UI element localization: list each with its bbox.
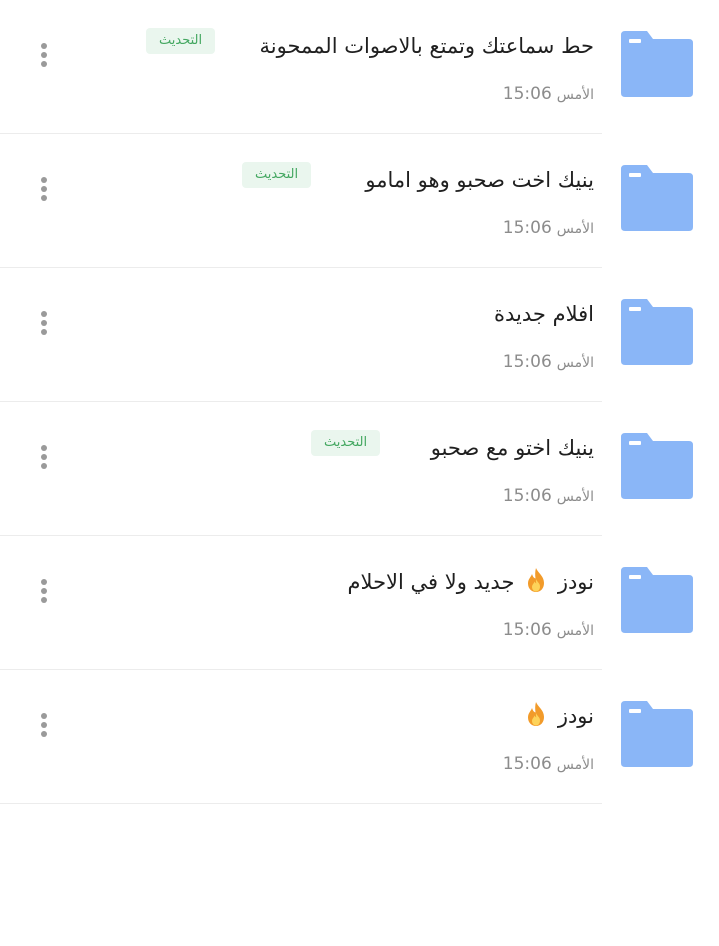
list-item[interactable]: حط سماعتك وتمتع بالاصوات الممحونة التحدي… <box>0 0 719 134</box>
more-vertical-icon-dot <box>41 722 47 728</box>
more-vertical-icon-dot <box>41 61 47 67</box>
item-day: الأمس <box>556 87 594 103</box>
more-options-button[interactable] <box>34 706 54 744</box>
folder-icon <box>621 433 693 499</box>
item-title: نودز جديد ولا في الاحلام <box>348 566 594 598</box>
folder-icon <box>621 299 693 365</box>
list-item[interactable]: افلام جديدة 15:06 الأمس <box>0 268 719 402</box>
item-title: ينيك اخت صحبو وهو امامو <box>365 168 594 192</box>
item-timestamp: 15:06 الأمس <box>503 753 594 776</box>
item-day: الأمس <box>556 757 594 773</box>
folder-icon <box>621 567 693 633</box>
fire-emoji <box>528 702 545 726</box>
item-day: الأمس <box>556 489 594 505</box>
item-time: 15:06 <box>502 754 552 774</box>
more-vertical-icon-dot <box>41 52 47 58</box>
item-title: افلام جديدة <box>494 302 594 326</box>
item-time: 15:06 <box>502 218 552 238</box>
more-vertical-icon <box>41 43 47 49</box>
item-title: ينيك اختو مع صحبو <box>430 436 594 460</box>
more-vertical-icon-dot <box>41 195 47 201</box>
more-vertical-icon-dot <box>41 731 47 737</box>
more-vertical-icon-dot <box>41 320 47 326</box>
item-day: الأمس <box>556 623 594 639</box>
folder-icon <box>621 165 693 231</box>
more-vertical-icon <box>41 713 47 719</box>
more-options-button[interactable] <box>34 170 54 208</box>
item-time: 15:06 <box>502 486 552 506</box>
more-vertical-icon <box>41 177 47 183</box>
item-timestamp: 15:06 الأمس <box>503 351 594 374</box>
list-item[interactable]: ينيك اختو مع صحبو التحديث 15:06 الأمس <box>0 402 719 536</box>
update-badge: التحديث <box>146 28 216 54</box>
folder-list: حط سماعتك وتمتع بالاصوات الممحونة التحدي… <box>0 0 719 804</box>
item-time: 15:06 <box>502 352 552 372</box>
more-vertical-icon-dot <box>41 186 47 192</box>
folder-icon <box>621 31 693 97</box>
item-title-start: نودز <box>557 704 594 728</box>
item-title-start: نودز <box>557 570 594 594</box>
more-vertical-icon-dot <box>41 588 47 594</box>
list-item[interactable]: ينيك اخت صحبو وهو امامو التحديث 15:06 الأ… <box>0 134 719 268</box>
more-options-button[interactable] <box>34 304 54 342</box>
folder-icon <box>621 701 693 767</box>
more-vertical-icon-dot <box>41 454 47 460</box>
item-time: 15:06 <box>502 620 552 640</box>
more-vertical-icon <box>41 445 47 451</box>
item-timestamp: 15:06 الأمس <box>503 619 594 642</box>
item-timestamp: 15:06 الأمس <box>503 83 594 106</box>
divider <box>0 803 602 804</box>
more-options-button[interactable] <box>34 438 54 476</box>
item-title: حط سماعتك وتمتع بالاصوات الممحونة <box>259 34 594 58</box>
more-vertical-icon-dot <box>41 463 47 469</box>
fire-emoji <box>528 568 545 592</box>
item-timestamp: 15:06 الأمس <box>503 485 594 508</box>
item-title-end: جديد ولا في الاحلام <box>347 570 515 594</box>
item-day: الأمس <box>556 355 594 371</box>
more-options-button[interactable] <box>34 36 54 74</box>
list-item[interactable]: نودز 15:06 الأمس <box>0 670 719 804</box>
more-vertical-icon-dot <box>41 329 47 335</box>
more-vertical-icon-dot <box>41 597 47 603</box>
item-title: نودز <box>521 700 594 732</box>
list-item[interactable]: نودز جديد ولا في الاحلام 15:06 الأمس <box>0 536 719 670</box>
update-badge: التحديث <box>311 430 381 456</box>
more-vertical-icon <box>41 579 47 585</box>
more-options-button[interactable] <box>34 572 54 610</box>
item-timestamp: 15:06 الأمس <box>503 217 594 240</box>
item-day: الأمس <box>556 221 594 237</box>
more-vertical-icon <box>41 311 47 317</box>
update-badge: التحديث <box>242 162 312 188</box>
item-time: 15:06 <box>502 84 552 104</box>
